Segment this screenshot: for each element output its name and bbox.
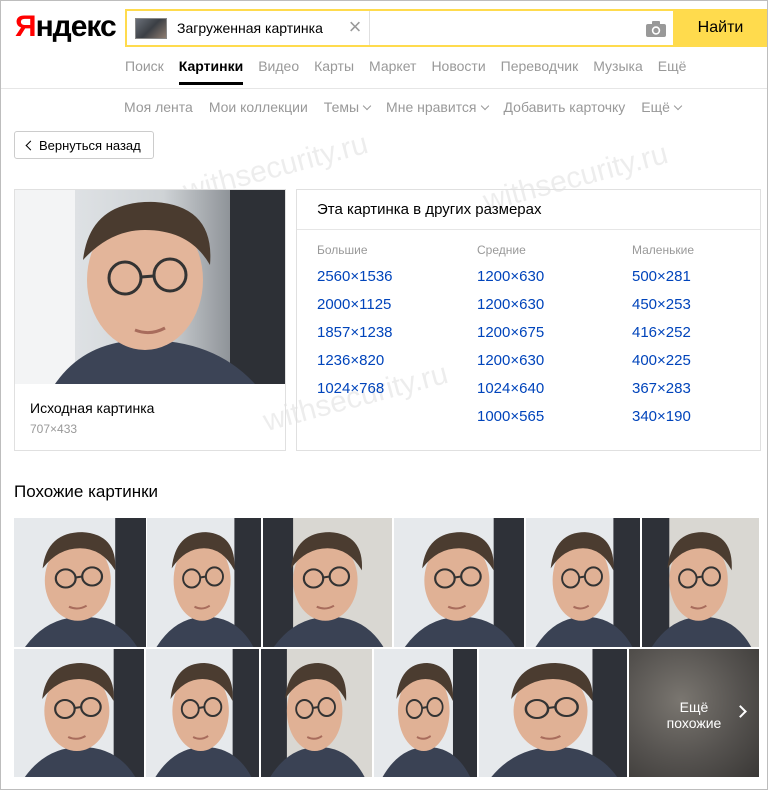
service-tab-6[interactable]: Переводчик: [501, 58, 579, 74]
chevron-right-icon: [734, 705, 747, 718]
similar-image-thumbnail[interactable]: [526, 518, 640, 647]
logo-rest: ндекс: [35, 10, 117, 43]
original-image-title: Исходная картинка: [30, 400, 155, 416]
subnav-topics[interactable]: Темы: [323, 99, 372, 115]
size-link[interactable]: 367×283: [632, 375, 694, 403]
service-tab-0[interactable]: Поиск: [125, 58, 164, 74]
service-tab-5[interactable]: Новости: [431, 58, 485, 74]
images-subnav: Моя лента Мои коллекции Темы Мне нравитс…: [124, 99, 683, 115]
more-similar-label: Ещё похожие: [659, 699, 729, 731]
chevron-down-icon: [673, 101, 683, 111]
sizes-column-medium: Средние 1200×630 1200×630 1200×675 1200×630 1…: [477, 243, 544, 431]
chevron-down-icon: [480, 101, 489, 111]
original-image-card[interactable]: Исходная картинка 707×433: [14, 189, 286, 451]
subnav-liked-label: Мне нравится: [386, 99, 477, 115]
similar-image-thumbnail[interactable]: [14, 649, 144, 777]
other-sizes-card: Эта картинка в других размерах Большие 25…: [296, 189, 761, 451]
subnav-more-label: Ещё: [641, 99, 670, 115]
more-similar-button[interactable]: Ещё похожие: [629, 649, 759, 777]
size-link[interactable]: 1200×630: [477, 291, 544, 319]
original-image-size: 707×433: [30, 422, 78, 436]
similar-image-thumbnail[interactable]: [394, 518, 524, 647]
size-link[interactable]: 1200×630: [477, 263, 544, 291]
logo-first-letter: Я: [15, 10, 37, 43]
uploaded-image-chip-label: Загруженная картинка: [177, 20, 323, 36]
similar-image-thumbnail[interactable]: [147, 518, 261, 647]
back-button[interactable]: Вернуться назад: [14, 131, 154, 159]
service-tab-2[interactable]: Видео: [258, 58, 299, 74]
subnav-more[interactable]: Ещё: [641, 99, 683, 115]
original-image[interactable]: [15, 190, 285, 384]
similar-image-thumbnail[interactable]: [146, 649, 259, 777]
size-link[interactable]: 400×225: [632, 347, 694, 375]
size-link[interactable]: 500×281: [632, 263, 694, 291]
size-link[interactable]: 1236×820: [317, 347, 393, 375]
close-icon[interactable]: ×: [343, 16, 367, 40]
similar-image-thumbnail[interactable]: [479, 649, 627, 777]
subnav-my-collections[interactable]: Мои коллекции: [209, 99, 308, 115]
subnav-my-feed[interactable]: Моя лента: [124, 99, 193, 115]
service-tab-1[interactable]: Картинки: [178, 58, 244, 85]
chevron-left-icon: [25, 140, 36, 151]
size-link[interactable]: 2560×1536: [317, 263, 393, 291]
service-tab-8[interactable]: Ещё: [658, 58, 687, 74]
similar-image-thumbnail[interactable]: [261, 649, 372, 777]
size-link[interactable]: 1200×630: [477, 347, 544, 375]
more-similar-line1: Ещё: [679, 699, 709, 715]
service-tab-7[interactable]: Музыка: [593, 58, 643, 74]
sizes-column-large: Большие 2560×1536 2000×1125 1857×1238 1236×8…: [317, 243, 393, 403]
size-link[interactable]: 1857×1238: [317, 319, 393, 347]
similar-image-thumbnail[interactable]: [374, 649, 477, 777]
size-link[interactable]: 1000×565: [477, 403, 544, 431]
services-nav: Поиск Картинки Видео Карты Маркет Новости Пере…: [125, 58, 687, 85]
camera-icon[interactable]: [645, 20, 667, 38]
subnav-add-card[interactable]: Добавить карточку: [504, 99, 626, 115]
search-button[interactable]: Найти: [673, 9, 767, 47]
similar-image-thumbnail[interactable]: [263, 518, 392, 647]
size-link[interactable]: 1200×675: [477, 319, 544, 347]
more-similar-line2: похожие: [666, 715, 722, 731]
sizes-column-small: Маленькие 500×281 450×253 416×252 400×225 367…: [632, 243, 694, 431]
other-sizes-divider: [297, 229, 760, 230]
yandex-images-page: Яндекс Загруженная картинка × Найти Поис…: [0, 0, 768, 790]
sizes-column-heading: Большие: [317, 243, 368, 257]
similar-image-thumbnail[interactable]: [642, 518, 759, 647]
chip-divider: [369, 11, 370, 45]
size-link[interactable]: 1024×768: [317, 375, 393, 403]
subnav-topics-label: Темы: [323, 99, 360, 115]
size-link[interactable]: 2000×1125: [317, 291, 393, 319]
uploaded-image-thumbnail: [135, 18, 167, 39]
size-link[interactable]: 416×252: [632, 319, 694, 347]
size-link[interactable]: 1024×640: [477, 375, 544, 403]
subnav-liked[interactable]: Мне нравится: [386, 99, 489, 115]
sizes-column-heading: Средние: [477, 243, 526, 257]
yandex-logo[interactable]: Яндекс: [15, 10, 117, 44]
header-divider: [1, 88, 767, 89]
other-sizes-title: Эта картинка в других размерах: [317, 201, 542, 218]
size-link[interactable]: 450×253: [632, 291, 694, 319]
search-input[interactable]: Загруженная картинка ×: [125, 9, 675, 47]
size-link[interactable]: 340×190: [632, 403, 694, 431]
service-tab-4[interactable]: Маркет: [369, 58, 416, 74]
service-tab-3[interactable]: Карты: [314, 58, 354, 74]
back-button-label: Вернуться назад: [39, 137, 141, 153]
sizes-column-heading: Маленькие: [632, 243, 694, 257]
similar-images-title: Похожие картинки: [14, 482, 159, 501]
search-bar: Загруженная картинка × Найти: [125, 9, 767, 47]
chevron-down-icon: [362, 101, 372, 111]
similar-image-thumbnail[interactable]: [14, 518, 146, 647]
